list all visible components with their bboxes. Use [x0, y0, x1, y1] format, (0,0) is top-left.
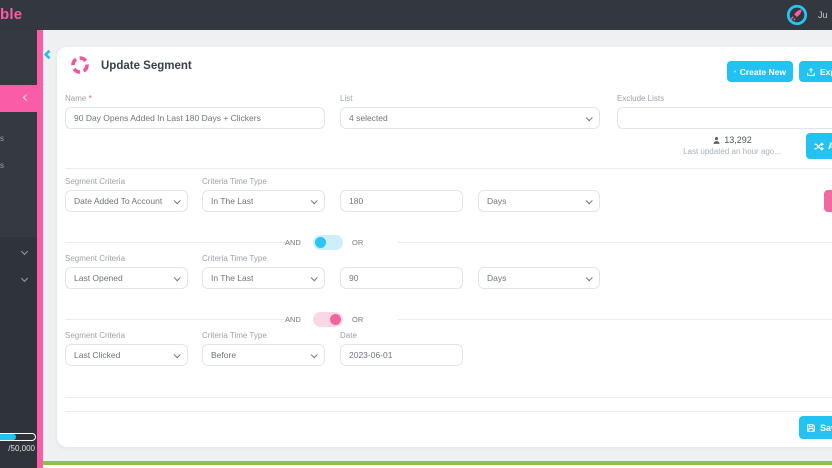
list-label: List — [340, 94, 353, 103]
sidebar-item-active[interactable] — [0, 85, 43, 112]
chevron-down-icon — [173, 273, 181, 281]
create-new-label: Create New — [739, 66, 786, 77]
save-button[interactable]: Save — [799, 416, 832, 439]
rocket-avatar-icon[interactable] — [786, 4, 808, 26]
back-chevron-icon[interactable] — [43, 49, 54, 60]
top-bar: ble Ju — [0, 0, 832, 30]
name-label: Name * — [65, 94, 92, 103]
criteria-unit-select[interactable]: Days — [478, 190, 600, 212]
required-asterisk: * — [88, 94, 92, 103]
and-label: AND — [285, 315, 301, 324]
brand-logo[interactable]: ble — [0, 6, 22, 23]
save-label: Save — [820, 422, 832, 433]
list-selected-value: 4 selected — [349, 113, 388, 123]
actions-button[interactable]: Actions — [806, 133, 832, 159]
toggle-divider-right — [398, 242, 832, 243]
toggle-knob — [330, 314, 341, 325]
chevron-down-icon — [585, 113, 593, 121]
segment-criteria-select[interactable]: Last Opened — [65, 267, 188, 289]
person-icon — [713, 136, 720, 144]
or-label: OR — [352, 238, 364, 247]
chevron-down-icon — [585, 273, 593, 281]
last-updated-label: Last updated an hour ago... — [683, 147, 781, 156]
or-label: OR — [352, 315, 364, 324]
actions-label: Actions — [828, 141, 832, 151]
app-screen: ble Ju s s /50,000 Update Segment Create… — [0, 0, 832, 468]
criteria-unit-select[interactable]: Days — [478, 267, 600, 289]
criteria-time-type-select[interactable]: In The Last — [202, 190, 325, 212]
usage-limit-label: /50,000 — [8, 444, 35, 453]
chevron-down-icon — [585, 196, 593, 204]
chevron-down-icon — [173, 350, 181, 358]
criteria-time-type-label: Criteria Time Type — [202, 331, 267, 340]
chevron-down-icon — [310, 196, 318, 204]
contacts-usage-progressbar — [0, 433, 36, 441]
create-new-button[interactable]: Create New — [727, 61, 793, 82]
export-icon — [807, 67, 815, 76]
segment-criteria-label: Segment Criteria — [65, 331, 126, 340]
segment-icon — [70, 55, 90, 75]
date-label: Date — [340, 331, 357, 340]
toggle-divider-right — [398, 319, 832, 320]
criteria-time-type-label: Criteria Time Type — [202, 177, 267, 186]
plus-icon — [734, 70, 736, 73]
segment-criteria-label: Segment Criteria — [65, 177, 126, 186]
export-label: Export — [820, 66, 832, 77]
criteria-time-type-select[interactable]: Before — [202, 344, 325, 366]
sidebar-item-label[interactable]: s — [0, 161, 4, 170]
toggle-divider-left — [65, 319, 291, 320]
sidebar-item-label[interactable]: s — [0, 134, 4, 143]
and-label: AND — [285, 238, 301, 247]
criteria-time-type-select[interactable]: In The Last — [202, 267, 325, 289]
export-button[interactable]: Export — [799, 61, 832, 82]
segment-criteria-select[interactable]: Last Clicked — [65, 344, 188, 366]
save-icon — [807, 423, 815, 432]
chevron-down-icon — [173, 196, 181, 204]
exclude-lists-input[interactable] — [617, 107, 832, 129]
footer-divider — [65, 411, 832, 412]
segment-criteria-select[interactable]: Date Added To Account — [65, 190, 188, 212]
criteria-time-type-label: Criteria Time Type — [202, 254, 267, 263]
and-or-toggle-2[interactable] — [313, 312, 343, 327]
criteria-amount-input[interactable] — [340, 190, 463, 212]
segment-criteria-label: Segment Criteria — [65, 254, 126, 263]
criteria-date-input[interactable] — [340, 344, 463, 366]
and-or-toggle-1[interactable] — [313, 235, 343, 250]
page-title: Update Segment — [101, 60, 192, 72]
name-input[interactable] — [65, 107, 325, 129]
criteria-amount-input[interactable] — [340, 267, 463, 289]
remove-criteria-button[interactable] — [824, 190, 832, 212]
chevron-down-icon — [310, 273, 318, 281]
chevron-left-icon — [22, 93, 31, 102]
contact-count: 13,292 — [724, 135, 752, 145]
user-name[interactable]: Ju — [818, 10, 828, 20]
shuffle-icon — [814, 141, 824, 151]
usage-progress-fill — [0, 434, 16, 440]
segment-stats: 13,292 Last updated an hour ago... — [666, 135, 798, 156]
list-select[interactable]: 4 selected — [340, 107, 600, 129]
chevron-down-icon — [310, 350, 318, 358]
section-divider — [65, 168, 832, 169]
section-divider — [65, 397, 832, 398]
toggle-divider-left — [65, 242, 291, 243]
exclude-lists-label: Exclude Lists — [617, 94, 665, 103]
toggle-knob — [315, 237, 326, 248]
